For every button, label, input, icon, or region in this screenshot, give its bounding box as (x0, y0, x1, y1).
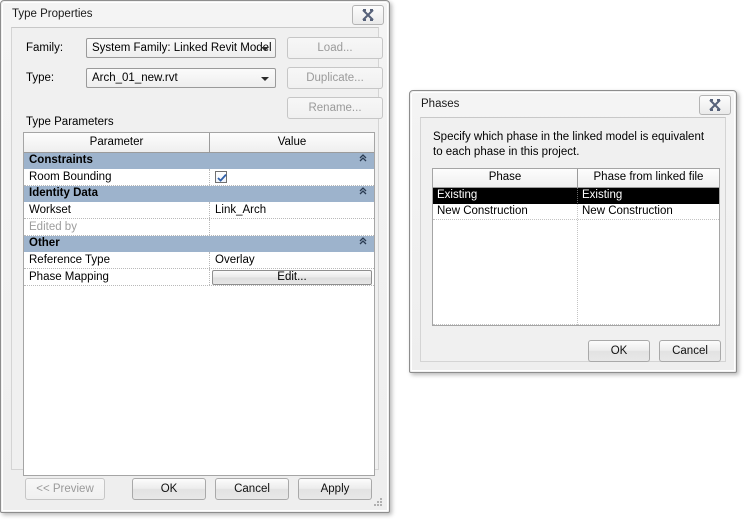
phase-name-cell: Existing (437, 189, 478, 201)
phases-title: Phases (421, 98, 460, 110)
collapse-icon[interactable] (352, 186, 374, 202)
parameter-group-label: Constraints (29, 154, 93, 166)
type-parameters-grid[interactable]: Parameter Value Constraints Room Bounding… (23, 132, 375, 476)
close-icon (709, 99, 721, 111)
phases-ok-button[interactable]: OK (588, 340, 650, 362)
column-header-phase-from-linked-file: Phase from linked file (577, 169, 719, 187)
collapse-icon[interactable] (352, 153, 374, 169)
parameter-value-cell[interactable] (209, 219, 374, 235)
phases-list[interactable]: Phase Phase from linked file Existing Exi… (432, 168, 720, 326)
parameter-value-cell[interactable]: Edit... (209, 269, 374, 285)
phases-titlebar[interactable]: Phases (412, 93, 734, 118)
phases-row-selected[interactable]: Existing Existing (433, 188, 719, 204)
grid-empty-area (24, 286, 374, 475)
type-properties-titlebar[interactable]: Type Properties (3, 3, 387, 28)
phase-from-linked-file-cell[interactable]: New Construction (577, 204, 719, 219)
phases-close-button[interactable] (699, 95, 731, 115)
family-label: Family: (26, 42, 64, 54)
type-combobox[interactable]: Arch_01_new.rvt (86, 68, 276, 88)
phases-dialog: Phases Specify which phase in the linked… (409, 90, 737, 373)
chevron-down-icon (261, 47, 269, 51)
parameter-row[interactable]: Reference Type Overlay (24, 252, 374, 269)
close-button[interactable] (352, 5, 384, 25)
type-properties-dialog: Type Properties Family: System Family: L… (0, 0, 390, 513)
type-parameters-label: Type Parameters (26, 116, 114, 128)
resize-grip[interactable] (372, 496, 383, 507)
parameter-name-cell: Edited by (29, 221, 77, 233)
phases-description: Specify which phase in the linked model … (433, 131, 705, 158)
cancel-button[interactable]: Cancel (215, 478, 289, 500)
phase-from-linked-file-cell[interactable]: Existing (577, 188, 719, 203)
phase-mapping-edit-button[interactable]: Edit... (212, 270, 372, 285)
parameter-name-cell: Phase Mapping (29, 271, 109, 283)
family-value: System Family: Linked Revit Model (92, 42, 272, 54)
room-bounding-checkbox[interactable] (215, 171, 227, 183)
checkmark-icon (217, 173, 227, 182)
collapse-icon[interactable] (352, 236, 374, 252)
dialog-inner-frame: Type Properties Family: System Family: L… (2, 2, 388, 511)
parameter-group-header[interactable]: Other (24, 236, 374, 252)
type-label: Type: (26, 72, 55, 84)
column-header-value: Value (209, 133, 374, 152)
parameter-row[interactable]: Edited by (24, 219, 374, 236)
phases-header-row: Phase Phase from linked file (433, 169, 719, 188)
duplicate-button[interactable]: Duplicate... (287, 67, 383, 89)
phases-body: Existing Existing New Construction New Cons… (433, 188, 719, 220)
phases-dialog-inner-frame: Phases Specify which phase in the linked… (411, 92, 735, 371)
parameter-value-cell[interactable]: Link_Arch (209, 202, 374, 218)
parameter-group-header[interactable]: Identity Data (24, 186, 374, 202)
grid-header-row: Parameter Value (24, 133, 374, 153)
phases-column-divider (577, 220, 578, 325)
type-properties-client: Family: System Family: Linked Revit Mode… (11, 27, 383, 476)
phases-cancel-button[interactable]: Cancel (659, 340, 721, 362)
type-properties-title: Type Properties (12, 8, 93, 20)
parameter-group-label: Other (29, 237, 60, 249)
close-icon (362, 9, 374, 21)
parameter-name-cell: Room Bounding (29, 171, 112, 183)
phases-client: Specify which phase in the linked model … (420, 117, 726, 362)
ok-button[interactable]: OK (132, 478, 206, 500)
parameter-row[interactable]: Phase Mapping Edit... (24, 269, 374, 286)
parameter-group-header[interactable]: Constraints (24, 153, 374, 169)
parameter-row[interactable]: Room Bounding (24, 169, 374, 186)
phases-empty-area (433, 220, 719, 325)
phase-name-cell: New Construction (437, 205, 528, 217)
parameter-value-cell[interactable] (209, 169, 374, 185)
family-combobox[interactable]: System Family: Linked Revit Model (86, 38, 276, 58)
parameter-value-cell[interactable]: Overlay (209, 252, 374, 268)
rename-button[interactable]: Rename... (287, 97, 383, 119)
phases-row[interactable]: New Construction New Construction (433, 204, 719, 220)
load-button[interactable]: Load... (287, 37, 383, 59)
parameter-row[interactable]: Workset Link_Arch (24, 202, 374, 219)
parameter-group-label: Identity Data (29, 187, 99, 199)
parameter-name-cell: Reference Type (29, 254, 110, 266)
type-value: Arch_01_new.rvt (92, 72, 178, 84)
grid-body: Constraints Room Bounding Identity Data Wor… (24, 153, 374, 475)
phases-bottom-rule (433, 324, 719, 325)
parameter-name-cell: Workset (29, 204, 71, 216)
column-header-phase: Phase (488, 171, 522, 183)
column-header-parameter: Parameter (89, 136, 144, 148)
chevron-down-icon (261, 77, 269, 81)
apply-button[interactable]: Apply (298, 478, 372, 500)
preview-button[interactable]: << Preview (25, 478, 105, 500)
